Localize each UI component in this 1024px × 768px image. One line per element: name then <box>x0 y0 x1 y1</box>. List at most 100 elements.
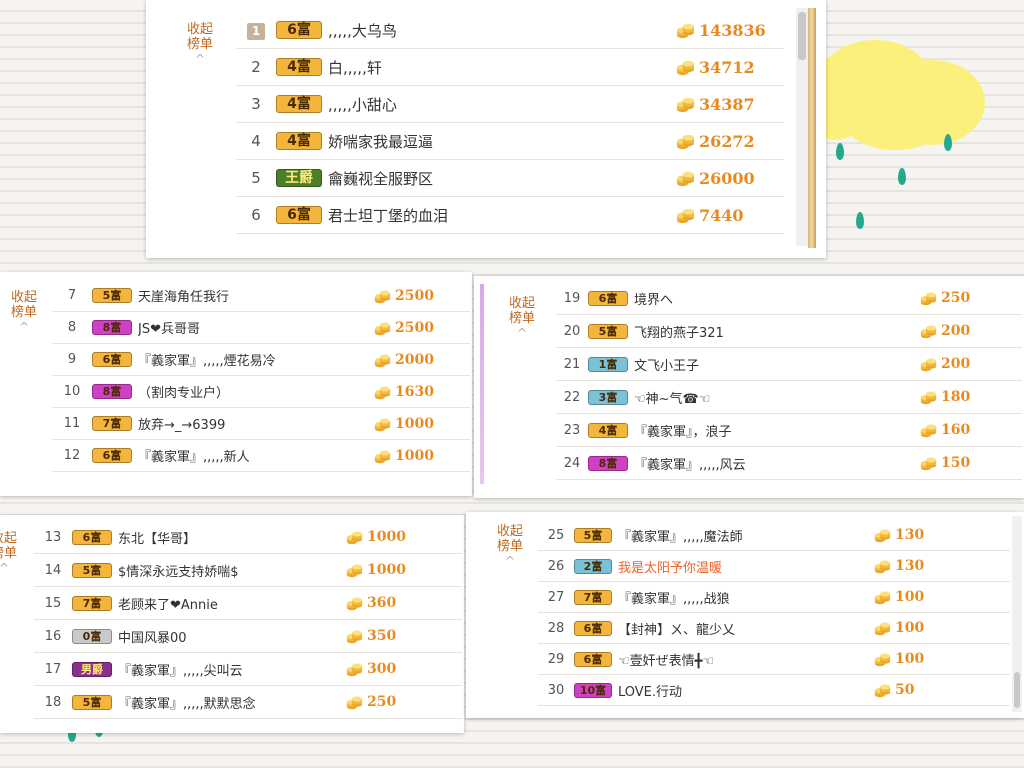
leaderboard-row[interactable]: 10 8富 （割肉专业户） 1630 <box>52 376 470 408</box>
user-name[interactable]: （割肉专业户） <box>138 382 229 401</box>
user-name[interactable]: 境界へ <box>634 289 673 308</box>
collapse-leaderboard-button[interactable]: 收起 榜单 ^ <box>180 22 220 65</box>
gold-coin-icon <box>374 384 391 405</box>
leaderboard-row[interactable]: 20 5富 飞翔的燕子321 200 <box>556 315 1022 348</box>
user-name[interactable]: 『義家軍』，浪子 <box>634 421 732 440</box>
user-name[interactable]: 飞翔的燕子321 <box>634 322 724 341</box>
collapse-leaderboard-button[interactable]: 收起 榜单 ^ <box>490 524 530 567</box>
gold-coin-icon <box>920 389 937 410</box>
chevron-up-icon: ^ <box>194 52 206 66</box>
collapse-label: 榜单 <box>496 539 523 554</box>
rank-number: 12 <box>63 448 81 463</box>
user-name[interactable]: 文飞小王子 <box>634 355 699 374</box>
score-value: 160 <box>941 422 971 438</box>
leaderboard-row[interactable]: 17 男爵 『義家軍』,,,,,尖叫云 300 <box>34 653 462 686</box>
user-name[interactable]: 君士坦丁堡的血泪 <box>328 205 448 226</box>
wealth-level-badge: 7富 <box>574 589 612 605</box>
user-name[interactable]: 『義家軍』,,,,,默默思念 <box>118 693 256 712</box>
leaderboard-row[interactable]: 5 王爵 龠巍视全服野区 26000 <box>236 160 784 197</box>
leaderboard-row[interactable]: 1 6富 ,,,,,大乌鸟 143836 <box>236 12 784 49</box>
gold-coin-icon <box>676 132 695 155</box>
scrollbar-thumb[interactable] <box>1014 672 1020 708</box>
leaderboard-row[interactable]: 9 6富 『義家軍』,,,,,煙花易冷 2000 <box>52 344 470 376</box>
user-name[interactable]: 放弃→_→6399 <box>138 414 225 433</box>
user-name[interactable]: 『義家軍』,,,,,新人 <box>138 446 250 465</box>
rank-number: 7 <box>67 288 77 303</box>
rank-number: 8 <box>67 320 77 335</box>
user-name[interactable]: 东北【华哥】 <box>118 528 196 547</box>
leaderboard-row[interactable]: 26 2富 我是太阳予你温暖 130 <box>538 551 1010 582</box>
wealth-level-badge: 4富 <box>276 95 322 113</box>
gold-coin-icon <box>346 529 363 550</box>
chevron-up-icon: ^ <box>18 320 30 334</box>
leaderboard-row[interactable]: 2 4富 白,,,,,轩 34712 <box>236 49 784 86</box>
user-name[interactable]: ,,,,,小甜心 <box>328 94 397 115</box>
collapse-label: 榜单 <box>0 546 17 561</box>
collapse-leaderboard-button[interactable]: 收起 榜单 ^ <box>4 290 44 333</box>
user-name[interactable]: 『義家軍』,,,,,尖叫云 <box>118 660 243 679</box>
leaderboard-row[interactable]: 24 8富 『義家軍』,,,,,风云 150 <box>556 447 1022 480</box>
rank-number: 11 <box>63 416 81 431</box>
user-name[interactable]: 『義家軍』,,,,,战狼 <box>618 588 730 607</box>
leaderboard-row[interactable]: 21 1富 文飞小王子 200 <box>556 348 1022 381</box>
user-name[interactable]: 龠巍视全服野区 <box>328 168 433 189</box>
gold-coin-icon <box>346 694 363 715</box>
rank-number: 5 <box>251 169 261 187</box>
leaderboard-row[interactable]: 12 6富 『義家軍』,,,,,新人 1000 <box>52 440 470 472</box>
leaderboard-row[interactable]: 4 4富 娇喘家我最逗逼 26272 <box>236 123 784 160</box>
user-name[interactable]: 【封神】ㄨ、龍少乂 <box>618 619 735 638</box>
user-name[interactable]: 老顾来了❤Annie <box>118 594 218 613</box>
gold-coin-icon <box>920 422 937 443</box>
score-value: 350 <box>367 628 397 644</box>
raindrop <box>856 212 864 229</box>
leaderboard-row[interactable]: 6 6富 君士坦丁堡的血泪 7440 <box>236 197 784 234</box>
collapse-leaderboard-button[interactable]: 收起 榜单 ^ <box>0 531 24 574</box>
gold-coin-icon <box>874 589 891 610</box>
leaderboard-row[interactable]: 15 7富 老顾来了❤Annie 360 <box>34 587 462 620</box>
user-name[interactable]: 中国风暴00 <box>118 627 187 646</box>
leaderboard-row[interactable]: 29 6富 ☜壹奸ぜ表情╋☜ 100 <box>538 644 1010 675</box>
leaderboard-row[interactable]: 7 5富 天崖海角任我行 2500 <box>52 280 470 312</box>
user-name[interactable]: LOVE.行动 <box>618 681 682 700</box>
leaderboard-row[interactable]: 8 8富 JS❤兵哥哥 2500 <box>52 312 470 344</box>
leaderboard-row[interactable]: 22 3富 ☜神~气☎☜ 180 <box>556 381 1022 414</box>
gold-coin-icon <box>346 595 363 616</box>
leaderboard-row[interactable]: 23 4富 『義家軍』，浪子 160 <box>556 414 1022 447</box>
user-name[interactable]: 娇喘家我最逗逼 <box>328 131 433 152</box>
user-name[interactable]: 『義家軍』,,,,,魔法師 <box>618 526 743 545</box>
gold-border <box>808 8 816 248</box>
user-name[interactable]: ☜壹奸ぜ表情╋☜ <box>618 650 714 669</box>
rank-number: 3 <box>251 95 261 113</box>
score-value: 200 <box>941 356 971 372</box>
user-name[interactable]: $情深永远支持娇喘$ <box>118 561 239 580</box>
user-name[interactable]: 『義家軍』,,,,,风云 <box>634 454 746 473</box>
user-name[interactable]: 白,,,,,轩 <box>328 57 382 78</box>
user-name[interactable]: ,,,,,大乌鸟 <box>328 20 397 41</box>
scrollbar[interactable] <box>796 8 808 246</box>
gold-coin-icon <box>874 682 891 703</box>
user-name[interactable]: 天崖海角任我行 <box>138 286 229 305</box>
scrollbar[interactable] <box>1012 516 1022 712</box>
gold-coin-icon <box>920 290 937 311</box>
user-name[interactable]: JS❤兵哥哥 <box>138 318 200 337</box>
leaderboard-row[interactable]: 16 0富 中国风暴00 350 <box>34 620 462 653</box>
leaderboard-row[interactable]: 13 6富 东北【华哥】 1000 <box>34 521 462 554</box>
wealth-level-badge: 6富 <box>574 620 612 636</box>
leaderboard-row[interactable]: 25 5富 『義家軍』,,,,,魔法師 130 <box>538 520 1010 551</box>
leaderboard-row[interactable]: 14 5富 $情深永远支持娇喘$ 1000 <box>34 554 462 587</box>
leaderboard-row[interactable]: 28 6富 【封神】ㄨ、龍少乂 100 <box>538 613 1010 644</box>
rank-number: 30 <box>547 682 565 698</box>
rank-number: 24 <box>563 455 581 471</box>
leaderboard-row[interactable]: 3 4富 ,,,,,小甜心 34387 <box>236 86 784 123</box>
user-name[interactable]: 我是太阳予你温暖 <box>618 557 722 576</box>
user-name[interactable]: ☜神~气☎☜ <box>634 388 710 407</box>
leaderboard-row[interactable]: 27 7富 『義家軍』,,,,,战狼 100 <box>538 582 1010 613</box>
leaderboard-row[interactable]: 30 10富 LOVE.行动 50 <box>538 675 1010 706</box>
score-value: 100 <box>895 651 925 667</box>
collapse-leaderboard-button[interactable]: 收起 榜单 ^ <box>502 296 542 339</box>
leaderboard-row[interactable]: 18 5富 『義家軍』,,,,,默默思念 250 <box>34 686 462 719</box>
leaderboard-row[interactable]: 11 7富 放弃→_→6399 1000 <box>52 408 470 440</box>
scrollbar-thumb[interactable] <box>798 12 806 60</box>
user-name[interactable]: 『義家軍』,,,,,煙花易冷 <box>138 350 276 369</box>
leaderboard-row[interactable]: 19 6富 境界へ 250 <box>556 282 1022 315</box>
